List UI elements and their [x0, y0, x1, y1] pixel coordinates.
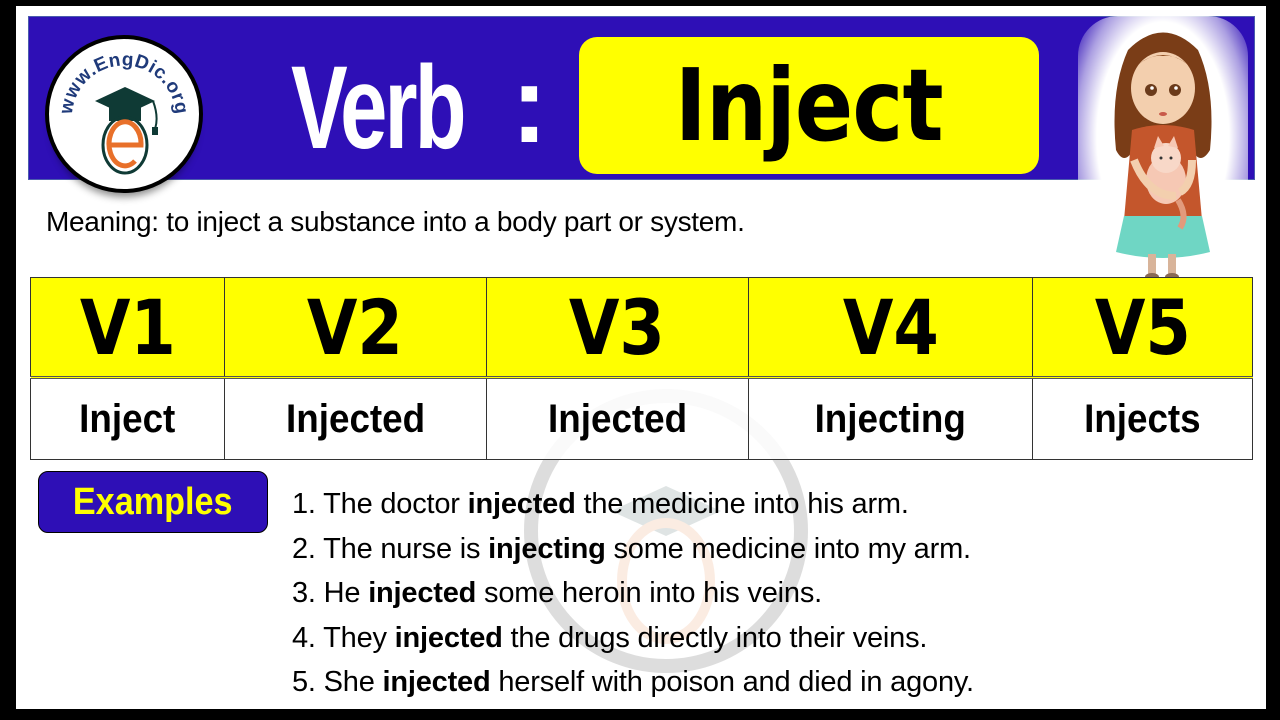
engdic-logo: www.EngDic.org	[45, 35, 203, 193]
headword: Inject	[675, 47, 944, 164]
list-item: 5. She injected herself with poison and …	[292, 666, 974, 698]
header-v1: V1	[30, 277, 225, 379]
header-v4: V4	[747, 277, 1034, 379]
header-v3: V3	[485, 277, 749, 379]
graduation-cap-e-icon: www.EngDic.org	[56, 49, 192, 175]
verb-colon: :	[511, 43, 548, 166]
table-row: Inject Injected Injected Injecting Injec…	[30, 377, 1253, 460]
word-pill: Inject	[579, 37, 1039, 174]
form-v4: Injecting	[747, 377, 1034, 460]
highlighted-verb: injected	[382, 666, 491, 698]
list-item: 1. The doctor injected the medicine into…	[292, 488, 909, 520]
header-v5: V5	[1032, 277, 1253, 379]
form-v2: Injected	[223, 377, 487, 460]
girl-with-cat-illustration	[1114, 32, 1212, 281]
verb-forms-table: V1 V2 V3 V4 V5 Inject Injected Injected …	[30, 277, 1253, 460]
page-frame: www.EngDic.org Verb : Inject Meaning: to…	[16, 6, 1266, 709]
examples-label: Examples	[73, 480, 233, 523]
form-v3: Injected	[485, 377, 749, 460]
highlighted-verb: injected	[467, 488, 576, 520]
header-banner: www.EngDic.org Verb : Inject	[28, 16, 1255, 193]
list-item: 4. They injected the drugs directly into…	[292, 621, 928, 654]
highlighted-verb: injecting	[488, 532, 606, 565]
form-v5: Injects	[1032, 377, 1253, 460]
meaning-text: Meaning: to inject a substance into a bo…	[46, 206, 745, 237]
header-v2: V2	[223, 277, 487, 379]
examples-badge: Examples	[38, 471, 268, 533]
highlighted-verb: injected	[368, 577, 477, 609]
examples-list: 1. The doctor injected the medicine into…	[292, 482, 974, 705]
list-item: 2. The nurse is injecting some medicine …	[292, 532, 971, 565]
list-item: 3. He injected some heroin into his vein…	[292, 577, 822, 609]
form-v1: Inject	[30, 377, 225, 460]
verb-label: Verb	[291, 42, 467, 174]
table-header-row: V1 V2 V3 V4 V5	[30, 277, 1253, 379]
highlighted-verb: injected	[394, 621, 503, 654]
